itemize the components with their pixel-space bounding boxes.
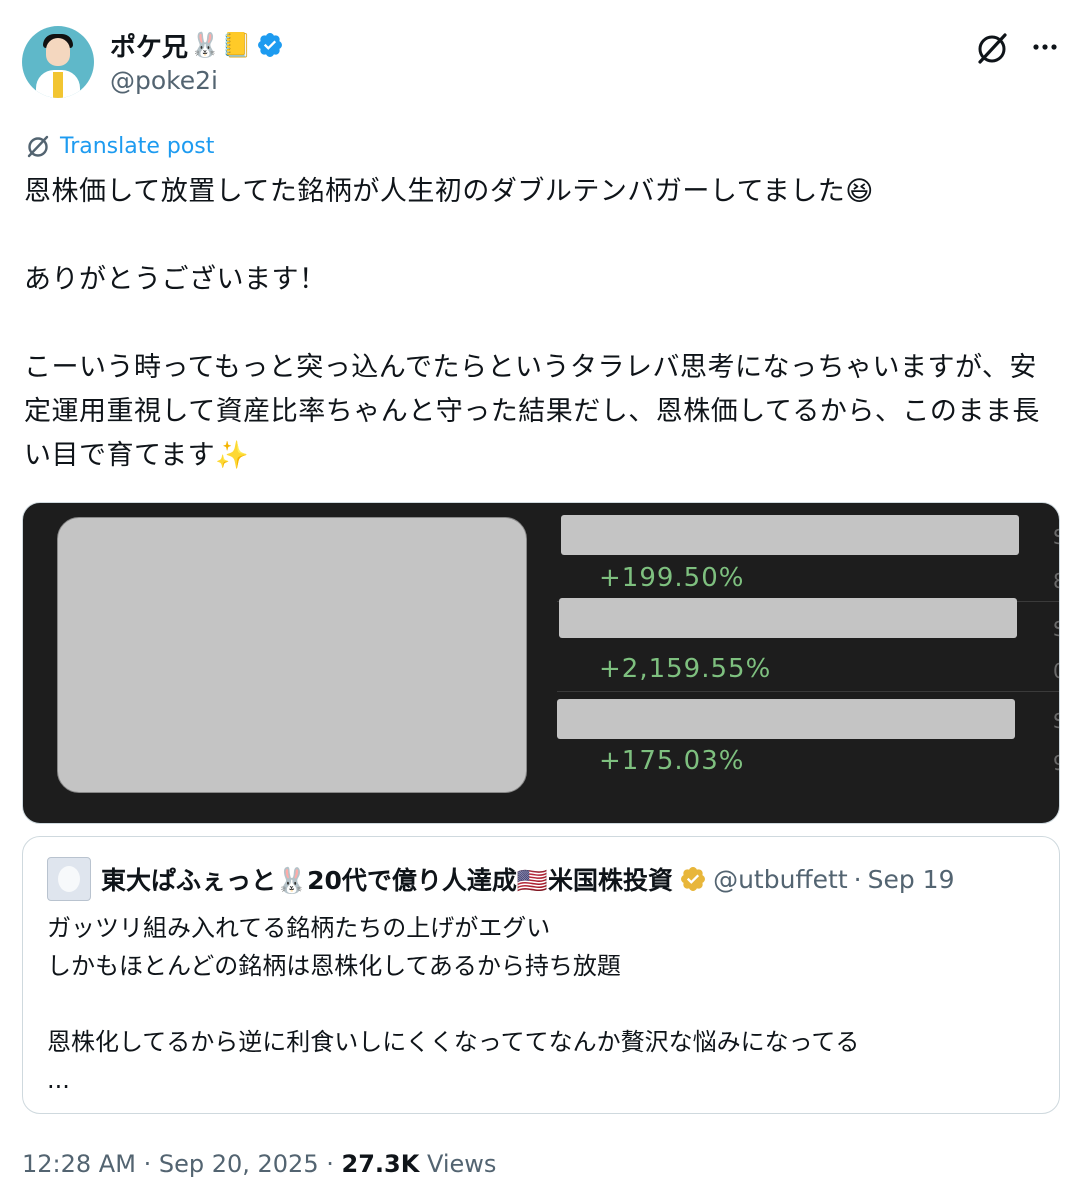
post-header: ポケ兄 🐰 📒 @poke2i	[22, 26, 1062, 106]
percent-row-2: +2,159.55%	[599, 654, 772, 684]
translate-post-link[interactable]: Translate post	[24, 132, 214, 160]
author-name-row[interactable]: ポケ兄 🐰 📒	[110, 27, 284, 64]
quoted-display-name: 東大ぱふぇっと🐰20代で億り人達成🇺🇸米国株投資	[101, 866, 674, 895]
edge-glyph: 0	[1053, 659, 1059, 683]
avatar[interactable]	[22, 26, 94, 98]
post-footer: 12:28 AM · Sep 20, 2025 · 27.3K Views	[22, 1150, 496, 1178]
redacted-bar	[557, 699, 1015, 739]
quoted-avatar	[47, 857, 91, 901]
quoted-date-separator: ·	[853, 864, 862, 894]
quoted-post-header: 東大ぱふぇっと🐰20代で億り人達成🇺🇸米国株投資 @utbuffett · Se…	[47, 857, 955, 901]
footer-separator: ·	[326, 1150, 334, 1178]
post-time[interactable]: 12:28 AM	[22, 1150, 136, 1178]
redacted-area	[57, 517, 527, 793]
post-image[interactable]: +199.50% S 8 +2,159.55% S 0 +175.03% S 9	[22, 502, 1060, 824]
edge-glyph: S	[1053, 525, 1059, 549]
translate-label[interactable]: Translate post	[60, 134, 214, 159]
verified-badge-icon[interactable]	[256, 31, 284, 59]
percent-row-1: +199.50%	[599, 563, 745, 593]
post-date[interactable]: Sep 20, 2025	[159, 1150, 319, 1178]
edge-glyph: S	[1053, 709, 1059, 733]
post-text: 恩株価して放置してた銘柄が人生初のダブルテンバガーしてました😆 ありがとうござい…	[24, 176, 1040, 471]
quoted-text: ガッツリ組み入れてる銘柄たちの上げがエグい しかもほとんどの銘柄は恩株化してある…	[47, 914, 860, 1094]
views-count[interactable]: 27.3K	[342, 1150, 420, 1178]
verified-gold-badge-icon	[681, 867, 706, 891]
grok-icon[interactable]	[972, 28, 1012, 68]
views-label: Views	[426, 1150, 497, 1178]
quoted-handle: @utbuffett	[713, 864, 848, 894]
row-divider	[557, 691, 1059, 692]
percent-row-3: +175.03%	[599, 746, 745, 776]
notebook-emoji: 📒	[221, 31, 252, 59]
footer-separator: ·	[143, 1150, 152, 1178]
edge-glyph: 8	[1053, 569, 1059, 593]
author-display-name[interactable]: ポケ兄	[110, 27, 188, 64]
author-handle[interactable]: @poke2i	[110, 66, 218, 95]
more-icon[interactable]	[1028, 30, 1062, 64]
quoted-post[interactable]: 東大ぱふぇっと🐰20代で億り人達成🇺🇸米国株投資 @utbuffett · Se…	[22, 836, 1060, 1114]
redacted-bar	[561, 515, 1019, 555]
quoted-date: Sep 19	[867, 864, 955, 894]
edge-glyph: 9	[1053, 751, 1059, 775]
redacted-bar	[559, 598, 1017, 638]
grok-translate-icon	[27, 135, 49, 158]
rabbit-emoji: 🐰	[190, 31, 220, 59]
edge-glyph: S	[1053, 617, 1059, 641]
